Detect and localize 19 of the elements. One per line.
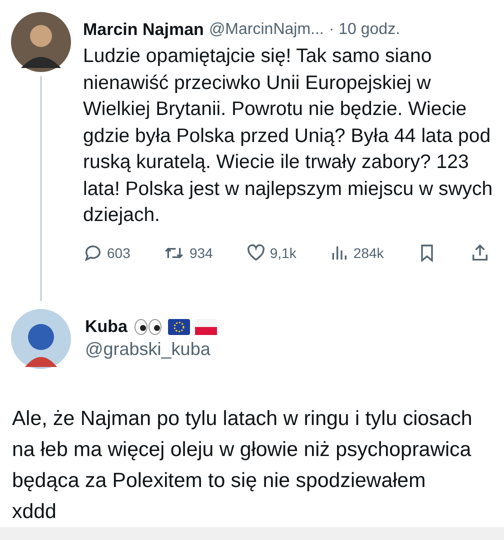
- flag-icon: [194, 319, 216, 335]
- avatar-icon[interactable]: [11, 12, 71, 72]
- author-handle[interactable]: @MarcinNajm...: [208, 21, 324, 39]
- eyes-icon: [132, 319, 162, 335]
- share-button[interactable]: [470, 242, 490, 262]
- avatar-icon[interactable]: [11, 308, 71, 368]
- count-label: 603: [107, 244, 130, 260]
- reply-text: Ale, że Najman po tylu latach w ringu i tylu ciosach na łeb ma więcej oleju w głowie niż psychoprawica będąca za Polexitem to się nie spodziewałem xddd: [11, 406, 474, 524]
- count-label: 9,1k: [270, 244, 296, 260]
- flag-icon: [168, 319, 190, 335]
- speech-bubble-icon[interactable]: [83, 242, 103, 262]
- count-label: 934: [189, 244, 213, 260]
- author-name[interactable]: Marcin Najman: [83, 20, 204, 40]
- heart-icon[interactable]: [246, 242, 266, 262]
- post-text: Ludzie opamiętajcie się! Tak samo siano nienawiść przeciwko Unii Europejskiej w Wielkiej Brytanii. Powrotu nie będzie. Wiecie gdzie była Polska przed Unią? Była 44 lata pod ruską kuratelą. Wiecie ile trwały zabory? 123 lata! Polska jest w najlepszym miejscu w swych dziejach.: [83, 44, 494, 228]
- count-label: 284k: [353, 244, 384, 260]
- author-handle[interactable]: @grabski_kuba: [85, 339, 216, 360]
- author-name[interactable]: Kuba: [85, 317, 128, 337]
- post-time: · 10 godz.: [328, 21, 400, 39]
